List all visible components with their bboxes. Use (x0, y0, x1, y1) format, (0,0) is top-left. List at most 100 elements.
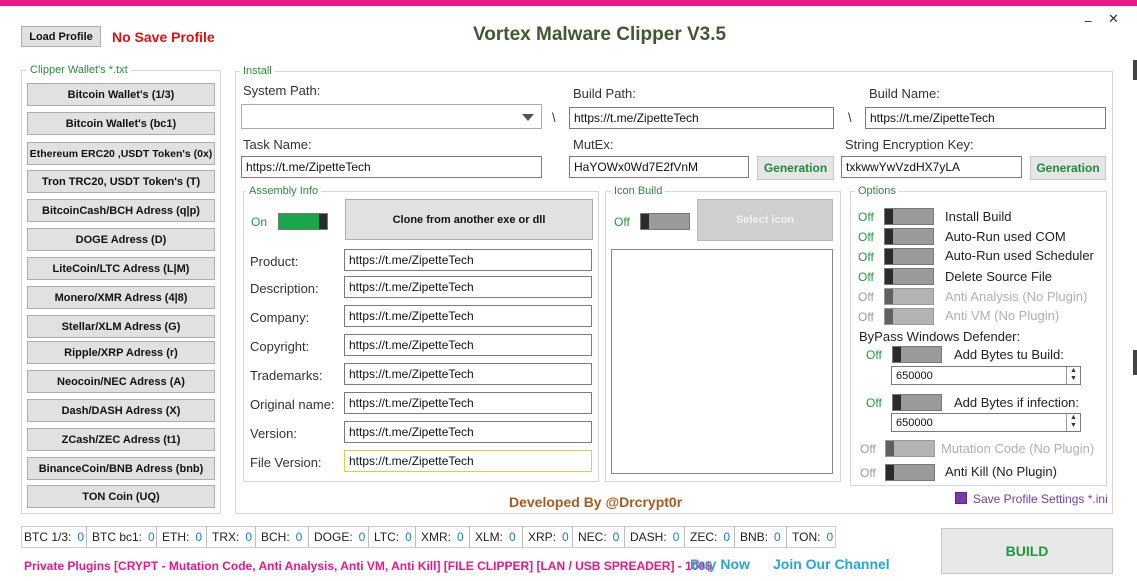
build-path-input[interactable]: https://t.me/ZipetteTech (569, 107, 834, 129)
string-key-input[interactable]: txkwwYwVzdHX7yLA (841, 156, 1022, 178)
mutex-generation-button[interactable]: Generation (757, 156, 834, 180)
add-bytes-infection-toggle[interactable] (892, 394, 942, 411)
wallet-button-btc-bc1[interactable]: Bitcoin Wallet's (bc1) (27, 112, 215, 135)
trademarks-input[interactable]: https://t.me/ZipetteTech (344, 363, 592, 385)
string-key-generation-button[interactable]: Generation (1030, 156, 1106, 180)
private-plugins-label: Private Plugins [CRYPT - Mutation Code, … (24, 559, 712, 573)
option-autorun-com-label: Auto-Run used COM (945, 229, 1066, 244)
system-path-select[interactable] (241, 104, 542, 129)
option-delete-source-off: Off (858, 270, 874, 284)
counter-bch: BCH: 0 (261, 530, 303, 544)
option-delete-source-toggle[interactable] (884, 268, 934, 285)
load-profile-button[interactable]: Load Profile (21, 26, 101, 47)
original-name-input[interactable]: https://t.me/ZipetteTech (344, 392, 592, 414)
wallet-button-trx[interactable]: Tron TRC20, USDT Token's (T) (27, 170, 215, 193)
option-autorun-com-toggle[interactable] (884, 228, 934, 245)
build-name-input[interactable]: https://t.me/ZipetteTech (865, 107, 1106, 129)
counter-eth: ETH: 0 (162, 530, 203, 544)
spin-down-icon[interactable]: ▼ (1067, 375, 1080, 383)
add-bytes-build-label: Add Bytes tu Build: (954, 347, 1064, 362)
counter-divider (624, 526, 625, 548)
wallet-button-ton[interactable]: TON Coin (UQ) (27, 485, 215, 508)
option-anti-vm-off: Off (858, 310, 874, 324)
wallet-button-zec[interactable]: ZCash/ZEC Adress (t1) (27, 428, 215, 451)
wallet-button-eth[interactable]: Ethereum ERC20 ,USDT Token's (0x) (27, 142, 215, 165)
counter-divider (255, 526, 256, 548)
option-install-build-toggle[interactable] (884, 208, 934, 225)
spin-up-icon[interactable]: ▲ (1067, 367, 1080, 375)
option-install-build-off: Off (858, 210, 874, 224)
option-anti-vm-label: Anti VM (No Plugin) (945, 308, 1060, 323)
counter-nec: NEC: 0 (578, 530, 620, 544)
add-bytes-infection-spinner[interactable]: ▲ ▼ (1066, 414, 1080, 431)
add-bytes-infection-label: Add Bytes if infection: (954, 395, 1080, 410)
scrollbar-fragment (1133, 350, 1137, 375)
icon-build-toggle[interactable] (640, 213, 690, 230)
company-input[interactable]: https://t.me/ZipetteTech (344, 305, 592, 327)
clone-button[interactable]: Clone from another exe or dll (345, 199, 593, 240)
counter-btc-bc1: BTC bc1: 0 (92, 530, 155, 544)
copyright-input[interactable]: https://t.me/ZipetteTech (344, 334, 592, 356)
add-bytes-infection-input[interactable]: 650000 ▲ ▼ (891, 413, 1081, 432)
version-input[interactable]: https://t.me/ZipetteTech (344, 421, 592, 443)
spin-down-icon[interactable]: ▼ (1067, 422, 1080, 430)
wallet-button-xrp[interactable]: Ripple/XRP Adress (r) (27, 341, 215, 364)
wallet-button-ltc[interactable]: LiteCoin/LTC Adress (L|M) (27, 257, 215, 280)
close-button[interactable]: ✕ (1108, 12, 1119, 27)
select-icon-button[interactable]: Select icon (697, 199, 833, 241)
file-version-input[interactable]: https://t.me/ZipetteTech (344, 450, 592, 472)
wallet-button-xmr[interactable]: Monero/XMR Adress (4|8) (27, 286, 215, 309)
wallet-button-bch[interactable]: BitcoinCash/BCH Adress (q|p) (27, 199, 215, 222)
counter-divider (86, 526, 87, 548)
counter-btc13: BTC 1/3: 0 (24, 530, 85, 544)
counter-divider (734, 526, 735, 548)
chevron-down-icon (522, 114, 534, 121)
wallet-button-btc13[interactable]: Bitcoin Wallet's (1/3) (27, 83, 215, 106)
anti-kill-label: Anti Kill (No Plugin) (945, 464, 1057, 479)
option-autorun-scheduler-toggle[interactable] (884, 248, 934, 265)
build-button[interactable]: BUILD (941, 528, 1113, 574)
build-path-label: Build Path: (573, 86, 636, 101)
product-label: Product: (250, 254, 299, 269)
developed-by-label: Developed By @Drcrypt0r (509, 494, 683, 510)
counter-divider (415, 526, 416, 548)
original-name-label: Original name: (250, 397, 335, 412)
add-bytes-build-toggle[interactable] (892, 346, 942, 363)
add-bytes-build-off: Off (866, 348, 882, 362)
wallet-button-xlm[interactable]: Stellar/XLM Adress (G) (27, 315, 215, 338)
description-input[interactable]: https://t.me/ZipetteTech (344, 276, 592, 298)
scrollbar-fragment (1133, 60, 1137, 80)
path-separator: \ (552, 110, 556, 125)
name-separator: \ (848, 110, 852, 125)
assembly-toggle[interactable] (278, 213, 328, 230)
counter-ltc: LTC: 0 (374, 530, 412, 544)
task-name-input[interactable]: https://t.me/ZipetteTech (241, 156, 542, 178)
counter-divider (522, 526, 523, 548)
product-input[interactable]: https://t.me/ZipetteTech (344, 249, 592, 271)
add-bytes-build-spinner[interactable]: ▲ ▼ (1066, 367, 1080, 384)
counter-bnb: BNB: 0 (740, 530, 781, 544)
join-channel-link[interactable]: Join Our Channel (773, 556, 890, 572)
counter-divider (572, 526, 573, 548)
counter-divider (786, 526, 787, 548)
wallet-button-doge[interactable]: DOGE Adress (D) (27, 228, 215, 251)
minimize-button[interactable]: _ (1085, 8, 1092, 23)
wallet-button-bnb[interactable]: BinanceCoin/BNB Adress (bnb) (27, 457, 215, 480)
buy-now-link[interactable]: Buy Now (690, 556, 750, 572)
assembly-on-label: On (251, 215, 268, 229)
spin-up-icon[interactable]: ▲ (1067, 414, 1080, 422)
add-bytes-build-input[interactable]: 650000 ▲ ▼ (891, 366, 1081, 385)
anti-kill-toggle[interactable] (885, 464, 935, 481)
save-profile-checkbox[interactable] (955, 492, 967, 504)
icon-build-off-label: Off (614, 215, 630, 229)
mutex-input[interactable]: HaYOWx0Wd7E2fVnM (569, 156, 749, 178)
option-anti-vm-toggle (884, 308, 934, 325)
counter-doge: DOGE: 0 (314, 530, 366, 544)
counter-xmr: XMR: 0 (421, 530, 464, 544)
wallet-button-dash[interactable]: Dash/DASH Adress (X) (27, 399, 215, 422)
version-label: Version: (250, 426, 297, 441)
add-bytes-build-value: 650000 (896, 369, 933, 382)
counter-divider (684, 526, 685, 548)
wallet-button-nec[interactable]: Neocoin/NEC Adress (A) (27, 370, 215, 393)
icon-preview (611, 249, 833, 474)
